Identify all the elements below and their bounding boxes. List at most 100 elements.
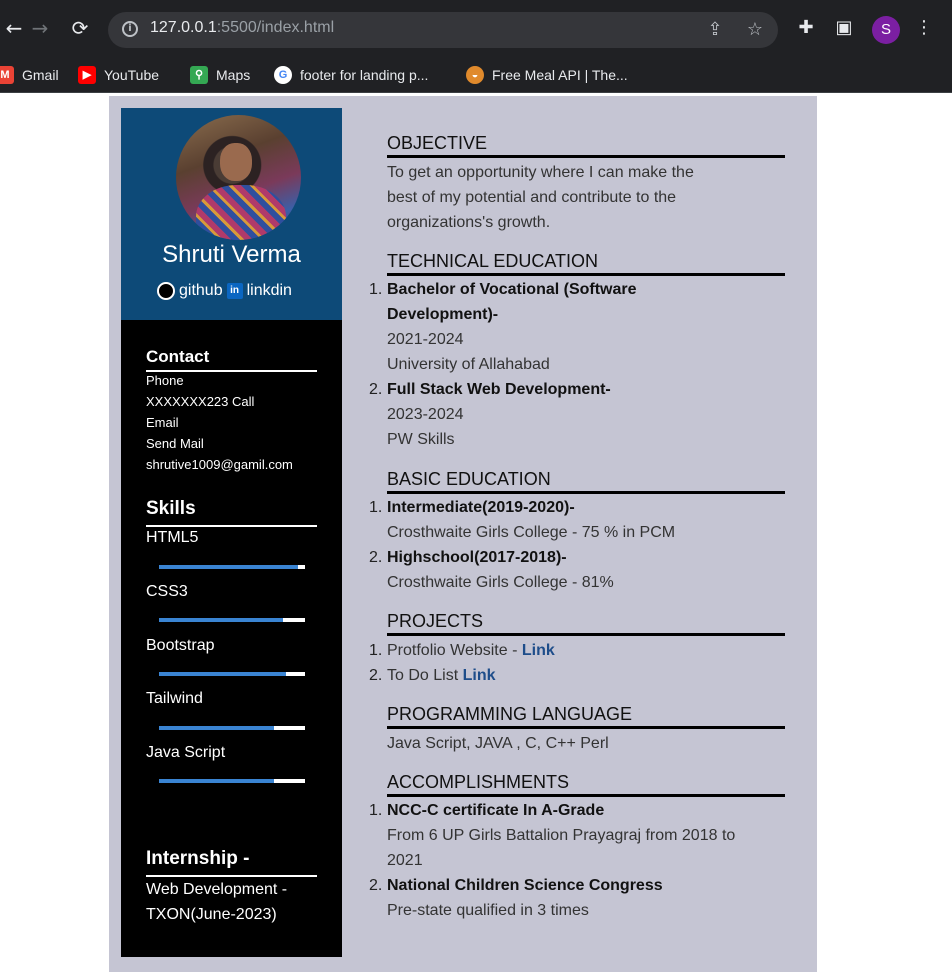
skills-heading: Skills [146,498,317,527]
url-text[interactable]: 127.0.0.1:5500/index.html [150,19,334,37]
accomplishments-heading: ACCOMPLISHMENTS [387,770,785,797]
skill-name: Java Script [146,744,226,761]
list-number: 2. [369,877,383,894]
list-number: 2. [369,381,383,398]
bookmark-label: Free Meal API | The... [492,67,628,83]
youtube-icon: ▶ [78,66,96,84]
skill-bar [159,779,305,783]
browser-toolbar: ← → ⟳ i 127.0.0.1:5500/index.html ⇪ ☆ ✚ … [0,0,952,56]
skill-bar-fill [159,726,275,730]
school-title: Highschool(2017-2018)- [387,549,567,566]
address-bar[interactable]: i 127.0.0.1:5500/index.html ⇪ ☆ [108,12,778,48]
bookmark-gmail[interactable]: M Gmail [0,62,59,88]
linkedin-link[interactable]: linkdin [247,282,292,300]
skill-bar [159,672,305,676]
profile-photo [176,115,301,240]
meal-icon: ◒ [466,66,484,84]
project-link[interactable]: Link [522,642,555,659]
list-number: 1. [369,642,383,659]
objective-line: best of my potential and contribute to t… [387,189,677,206]
google-icon: G [274,66,292,84]
degree-title: Bachelor of Vocational (Software [387,281,637,298]
bookmark-label: footer for landing p... [300,67,429,83]
skill-bar-fill [159,779,275,783]
degree-institution: PW Skills [387,431,455,448]
forward-icon[interactable]: → [26,14,54,42]
objective-heading: OBJECTIVE [387,131,785,158]
internship-line-2: TXON(June-2023) [146,906,277,923]
photo-face [220,143,252,181]
bookmark-maps[interactable]: ⚲ Maps [190,62,250,88]
projects-heading: PROJECTS [387,609,785,636]
technical-education-heading: TECHNICAL EDUCATION [387,249,785,276]
skill-bar [159,565,305,569]
bookmark-star-icon[interactable]: ☆ [744,19,766,41]
github-link[interactable]: github [179,282,223,300]
menu-icon[interactable]: ⋮ [912,16,936,40]
side-panel-icon[interactable]: ▣ [832,16,856,40]
profile-avatar[interactable]: S [872,16,900,44]
profile-header: Shruti Verma github in linkdin [121,108,342,320]
contact-phone-label: Phone [146,373,184,388]
accomplishment-title: NCC-C certificate In A-Grade [387,802,605,819]
bookmark-youtube[interactable]: ▶ YouTube [78,62,159,88]
site-info-icon[interactable]: i [122,21,138,37]
skill-name: Tailwind [146,690,203,707]
school-detail: Crosthwaite Girls College - 75 % in PCM [387,524,676,541]
share-icon[interactable]: ⇪ [704,19,726,41]
bookmark-label: Gmail [22,67,59,83]
contact-heading: Contact [146,347,317,372]
programming-languages: Java Script, JAVA , C, C++ Perl [387,735,609,752]
degree-title: Full Stack Web Development- [387,381,611,398]
resume-sheet: Shruti Verma github in linkdin Contact P… [109,96,817,972]
photo-body [196,185,286,240]
degree-title: Development)- [387,306,499,323]
profile-name: Shruti Verma [162,241,301,268]
internship-heading: Internship - [146,848,317,877]
programming-heading: PROGRAMMING LANGUAGE [387,702,785,729]
skill-bar-fill [159,565,298,569]
contact-phone-value[interactable]: XXXXXXX223 Call [146,394,254,409]
project-title: To Do List [387,667,463,684]
list-number: 1. [369,802,383,819]
school-detail: Crosthwaite Girls College - 81% [387,574,614,591]
skill-bar-fill [159,618,284,622]
list-number: 1. [369,499,383,516]
degree-years: 2021-2024 [387,331,464,348]
accomplishment-detail: Pre-state qualified in 3 times [387,902,589,919]
github-icon[interactable] [157,282,175,300]
social-links: github in linkdin [157,280,292,302]
accomplishment-detail: 2021 [387,852,423,869]
list-number: 2. [369,549,383,566]
back-icon[interactable]: ← [0,14,28,42]
project-item: To Do List Link [387,663,495,688]
bookmark-label: Maps [216,67,251,83]
project-title: Protfolio Website - [387,642,522,659]
linkedin-icon[interactable]: in [226,283,243,299]
internship-line-1: Web Development - [146,881,288,898]
extensions-icon[interactable]: ✚ [794,16,818,40]
objective-line: To get an opportunity where I can make t… [387,164,694,181]
skill-name: Bootstrap [146,637,215,654]
project-link[interactable]: Link [463,667,496,684]
skill-bar [159,726,305,730]
bookmark-meal-api[interactable]: ◒ Free Meal API | The... [466,62,628,88]
skill-bar-fill [159,672,287,676]
list-number: 2. [369,667,383,684]
maps-icon: ⚲ [190,66,208,84]
contact-email-value[interactable]: shrutive1009@gamil.com [146,457,293,472]
contact-email-label: Email [146,415,179,430]
project-item: Protfolio Website - Link [387,638,555,663]
reload-icon[interactable]: ⟳ [66,14,94,42]
skill-name: HTML5 [146,529,199,546]
gmail-icon: M [0,66,14,84]
accomplishment-detail: From 6 UP Girls Battalion Prayagraj from… [387,827,736,844]
list-number: 1. [369,281,383,298]
degree-institution: University of Allahabad [387,356,550,373]
bookmark-google[interactable]: G footer for landing p... [274,62,428,88]
skill-bar [159,618,305,622]
send-mail-link[interactable]: Send Mail [146,436,204,451]
degree-years: 2023-2024 [387,406,464,423]
objective-line: organizations's growth. [387,214,551,231]
basic-education-heading: BASIC EDUCATION [387,467,785,494]
